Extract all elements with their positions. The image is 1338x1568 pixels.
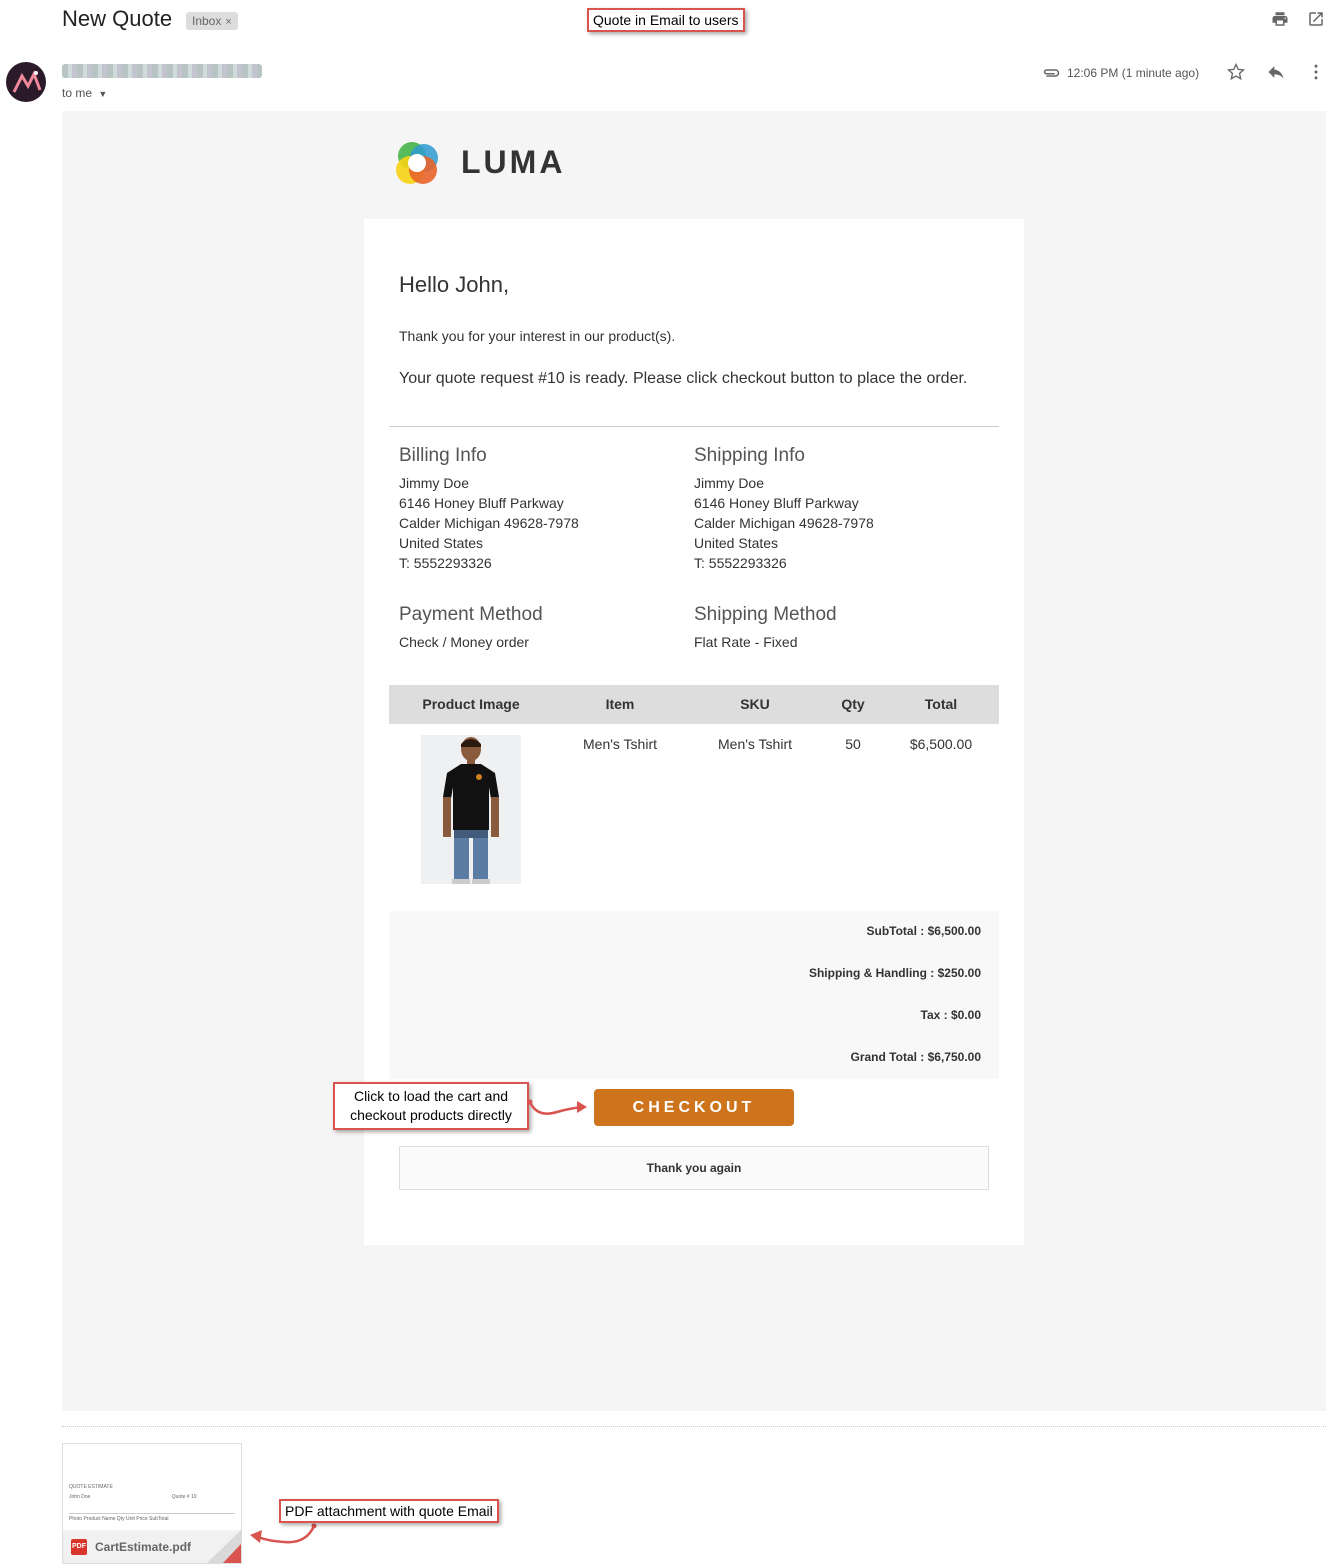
attachment-clip-icon xyxy=(1042,66,1060,84)
preview-title: QUOTE ESTIMATE xyxy=(69,1484,113,1490)
page-fold-icon xyxy=(203,1530,241,1568)
shipping-country: United States xyxy=(694,535,779,551)
checkout-button[interactable]: CHECKOUT xyxy=(594,1089,794,1126)
shipping-handling: Shipping & Handling : $250.00 xyxy=(808,966,981,980)
column-header: Product Image xyxy=(422,696,520,712)
remove-label-icon[interactable]: × xyxy=(225,16,231,28)
shipping-name: Jimmy Doe xyxy=(694,475,765,491)
shipping-city: Calder Michigan 49628-7978 xyxy=(694,515,874,531)
preview-columns: Photo Product Name Qty Unit Price SubTot… xyxy=(69,1513,235,1523)
reply-icon[interactable] xyxy=(1266,62,1286,82)
attachment-separator xyxy=(62,1426,1326,1427)
greeting: Hello John, xyxy=(399,272,510,297)
column-header: Qty xyxy=(841,696,865,712)
shipping-heading: Shipping Info xyxy=(694,445,805,466)
luma-logo-icon xyxy=(390,136,446,197)
shipping-info: Shipping Info Jimmy Doe 6146 Honey Bluff… xyxy=(694,445,874,573)
email-timestamp: 12:06 PM (1 minute ago) xyxy=(1067,66,1200,80)
column-header: Item xyxy=(605,696,635,712)
column-header: SKU xyxy=(740,696,770,712)
tax: Tax : $0.00 xyxy=(920,1008,981,1022)
shipping-phone: T: 5552293326 xyxy=(694,555,787,571)
billing-street: 6146 Honey Bluff Parkway xyxy=(399,495,564,511)
quote-ready-message: Your quote request #10 is ready. Please … xyxy=(399,370,968,387)
billing-country: United States xyxy=(399,535,484,551)
payment-method: Payment Method Check / Money order xyxy=(399,604,543,652)
shipping-method: Shipping Method Flat Rate - Fixed xyxy=(694,604,837,652)
inbox-label-text: Inbox xyxy=(192,14,222,28)
attachment-filename[interactable]: CartEstimate.pdf xyxy=(95,1540,191,1554)
billing-heading: Billing Info xyxy=(399,445,487,466)
attachment-preview: QUOTE ESTIMATE John Doe Quote # 10 Photo… xyxy=(69,1484,235,1523)
pdf-attachment[interactable]: QUOTE ESTIMATE John Doe Quote # 10 Photo… xyxy=(62,1443,242,1564)
to-me-label: to me xyxy=(62,86,93,100)
billing-city: Calder Michigan 49628-7978 xyxy=(399,515,579,531)
shipping-method-value: Flat Rate - Fixed xyxy=(694,634,798,650)
cell-qty: 50 xyxy=(845,736,861,752)
grand-total: Grand Total : $6,750.00 xyxy=(850,1050,982,1064)
star-icon[interactable] xyxy=(1226,62,1246,82)
preview-name: John Doe xyxy=(69,1494,91,1500)
open-new-window-icon[interactable] xyxy=(1306,10,1326,30)
recipient-details[interactable]: to me ▼ xyxy=(62,86,107,100)
thank-you-box: Thank you again xyxy=(399,1146,989,1190)
arrow-icon xyxy=(246,1520,318,1555)
annotation-pdf: PDF attachment with quote Email xyxy=(279,1499,499,1523)
print-icon[interactable] xyxy=(1270,10,1290,30)
chevron-down-icon[interactable]: ▼ xyxy=(98,89,107,99)
email-subject: New Quote xyxy=(62,6,173,31)
billing-name: Jimmy Doe xyxy=(399,475,470,491)
shipping-method-heading: Shipping Method xyxy=(694,604,837,625)
divider xyxy=(389,426,999,427)
brand-name: LUMA xyxy=(461,144,566,180)
attachment-bar[interactable]: PDF CartEstimate.pdf xyxy=(63,1530,241,1563)
more-vert-icon[interactable] xyxy=(1306,62,1326,82)
inbox-label[interactable]: Inbox × xyxy=(186,12,238,30)
annotation-checkout: Click to load the cart and checkout prod… xyxy=(333,1082,529,1130)
billing-info: Billing Info Jimmy Doe 6146 Honey Bluff … xyxy=(399,445,579,573)
annotation-quote-email: Quote in Email to users xyxy=(587,8,745,32)
thanks-message: Thank you for your interest in our produ… xyxy=(399,328,676,344)
product-image xyxy=(421,735,521,884)
preview-quote: Quote # 10 xyxy=(171,1494,197,1500)
cell-sku: Men's Tshirt xyxy=(718,736,792,752)
sender-avatar[interactable] xyxy=(6,62,46,102)
cell-item: Men's Tshirt xyxy=(583,736,657,752)
payment-value: Check / Money order xyxy=(399,634,529,650)
pdf-icon: PDF xyxy=(71,1539,87,1555)
payment-heading: Payment Method xyxy=(399,604,543,625)
cell-total: $6,500.00 xyxy=(909,736,973,752)
sender-email-blurred xyxy=(62,64,262,78)
subtotal: SubTotal : $6,500.00 xyxy=(866,924,982,938)
billing-phone: T: 5552293326 xyxy=(399,555,492,571)
arrow-icon xyxy=(527,1096,591,1127)
column-header: Total xyxy=(924,696,958,712)
shipping-street: 6146 Honey Bluff Parkway xyxy=(694,495,859,511)
